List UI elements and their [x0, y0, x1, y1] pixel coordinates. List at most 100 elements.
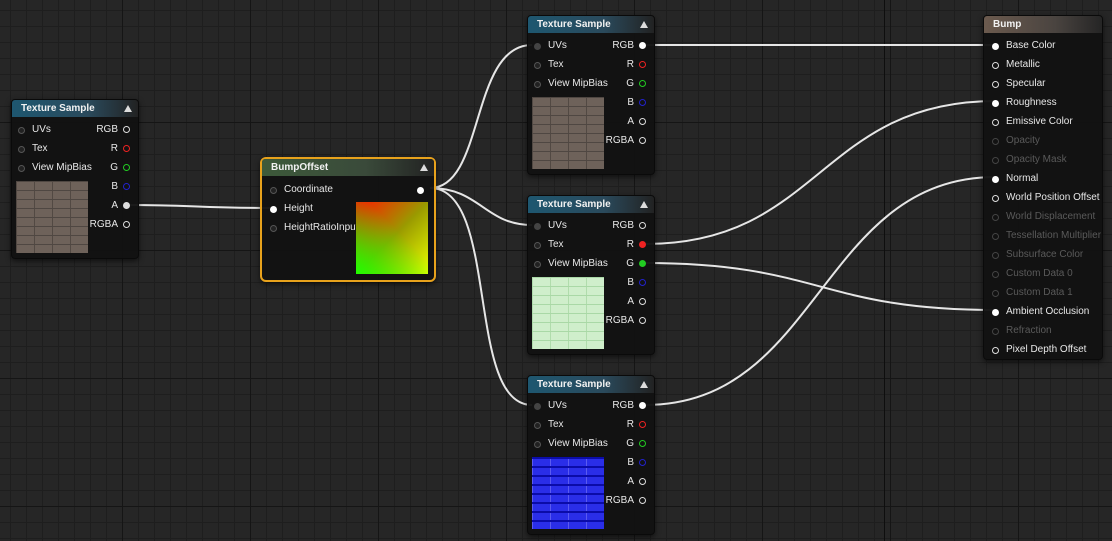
input-height[interactable]: Height [270, 202, 313, 216]
pin-icon[interactable] [270, 187, 277, 194]
pin-icon[interactable] [123, 221, 130, 228]
pin-icon[interactable] [123, 164, 130, 171]
pin-icon[interactable] [992, 347, 999, 354]
pin-icon[interactable] [992, 62, 999, 69]
pin-icon[interactable] [534, 62, 541, 69]
output-rgba[interactable]: RGBA [606, 494, 646, 508]
input-uvs[interactable]: UVs [534, 399, 567, 413]
pin-icon[interactable] [123, 183, 130, 190]
bump-offset-node[interactable]: BumpOffset Coordinate Height HeightRatio… [260, 157, 436, 282]
input-ambient-occlusion[interactable]: Ambient Occlusion [992, 305, 1089, 319]
pin-icon[interactable] [534, 422, 541, 429]
output-a[interactable]: A [627, 295, 646, 309]
output-b[interactable]: B [111, 180, 130, 194]
output-rgba[interactable]: RGBA [606, 134, 646, 148]
pin-icon[interactable] [123, 145, 130, 152]
pin-icon[interactable] [992, 176, 999, 183]
output-a[interactable]: A [111, 199, 130, 213]
output-r[interactable]: R [627, 58, 646, 72]
texture-sample-node-top[interactable]: Texture Sample UVs Tex View MipBias RGB … [527, 15, 655, 175]
pin-icon[interactable] [639, 42, 646, 49]
pin-icon[interactable] [18, 146, 25, 153]
input-world-position-offset[interactable]: World Position Offset [992, 191, 1100, 205]
output-r[interactable]: R [627, 238, 646, 252]
pin-icon[interactable] [270, 225, 277, 232]
pin-icon[interactable] [534, 441, 541, 448]
pin-icon[interactable] [639, 222, 646, 229]
collapse-arrow-icon[interactable] [640, 21, 648, 28]
pin-icon[interactable] [534, 43, 541, 50]
pin-icon[interactable] [992, 157, 999, 164]
input-base-color[interactable]: Base Color [992, 39, 1055, 53]
output-rgb[interactable]: RGB [612, 39, 646, 53]
input-pixel-depth-offset[interactable]: Pixel Depth Offset [992, 343, 1086, 357]
input-view-mipbias[interactable]: View MipBias [534, 257, 608, 271]
input-custom-data-1[interactable]: Custom Data 1 [992, 286, 1073, 300]
pin-icon[interactable] [639, 440, 646, 447]
input-subsurface-color[interactable]: Subsurface Color [992, 248, 1083, 262]
input-tessellation-multiplier[interactable]: Tessellation Multiplier [992, 229, 1101, 243]
pin-icon[interactable] [992, 43, 999, 50]
input-tex[interactable]: Tex [534, 418, 564, 432]
collapse-arrow-icon[interactable] [124, 105, 132, 112]
output-b[interactable]: B [627, 456, 646, 470]
input-emissive-color[interactable]: Emissive Color [992, 115, 1073, 129]
output-r[interactable]: R [111, 142, 130, 156]
pin-icon[interactable] [992, 309, 999, 316]
pin-icon[interactable] [992, 252, 999, 259]
input-coordinate[interactable]: Coordinate [270, 183, 333, 197]
pin-icon[interactable] [534, 223, 541, 230]
material-result-node[interactable]: Bump Base Color Metallic Specular Roughn… [983, 15, 1103, 360]
pin-icon[interactable] [992, 214, 999, 221]
input-tex[interactable]: Tex [534, 58, 564, 72]
output-pin[interactable] [417, 187, 424, 194]
output-rgba[interactable]: RGBA [90, 218, 130, 232]
input-normal[interactable]: Normal [992, 172, 1038, 186]
input-view-mipbias[interactable]: View MipBias [534, 77, 608, 91]
texture-sample-node-bottom[interactable]: Texture Sample UVs Tex View MipBias RGB … [527, 375, 655, 535]
pin-icon[interactable] [18, 127, 25, 134]
pin-icon[interactable] [123, 126, 130, 133]
pin-icon[interactable] [639, 478, 646, 485]
pin-icon[interactable] [639, 317, 646, 324]
input-tex[interactable]: Tex [534, 238, 564, 252]
input-view-mipbias[interactable]: View MipBias [534, 437, 608, 451]
pin-icon[interactable] [992, 100, 999, 107]
node-header[interactable]: Texture Sample [12, 100, 138, 117]
pin-icon[interactable] [270, 206, 277, 213]
pin-icon[interactable] [639, 80, 646, 87]
output-rgb[interactable]: RGB [612, 219, 646, 233]
output-a[interactable]: A [627, 115, 646, 129]
output-g[interactable]: G [626, 257, 646, 271]
pin-icon[interactable] [123, 202, 130, 209]
output-a[interactable]: A [627, 475, 646, 489]
texture-sample-node-left[interactable]: Texture Sample UVs Tex View MipBias RGB … [11, 99, 139, 259]
output-g[interactable]: G [626, 437, 646, 451]
node-header[interactable]: Texture Sample [528, 16, 654, 33]
pin-icon[interactable] [992, 271, 999, 278]
node-header[interactable]: Bump [984, 16, 1102, 33]
node-header[interactable]: BumpOffset [262, 159, 434, 176]
input-metallic[interactable]: Metallic [992, 58, 1040, 72]
pin-icon[interactable] [639, 260, 646, 267]
output-b[interactable]: B [627, 276, 646, 290]
node-header[interactable]: Texture Sample [528, 196, 654, 213]
input-roughness[interactable]: Roughness [992, 96, 1057, 110]
output-rgb[interactable]: RGB [612, 399, 646, 413]
input-custom-data-0[interactable]: Custom Data 0 [992, 267, 1073, 281]
pin-icon[interactable] [639, 241, 646, 248]
output-b[interactable]: B [627, 96, 646, 110]
pin-icon[interactable] [639, 497, 646, 504]
input-opacity-mask[interactable]: Opacity Mask [992, 153, 1067, 167]
pin-icon[interactable] [639, 61, 646, 68]
pin-icon[interactable] [534, 403, 541, 410]
pin-icon[interactable] [992, 290, 999, 297]
collapse-arrow-icon[interactable] [640, 201, 648, 208]
input-world-displacement[interactable]: World Displacement [992, 210, 1095, 224]
node-header[interactable]: Texture Sample [528, 376, 654, 393]
pin-icon[interactable] [639, 421, 646, 428]
pin-icon[interactable] [992, 195, 999, 202]
pin-icon[interactable] [639, 118, 646, 125]
pin-icon[interactable] [992, 233, 999, 240]
pin-icon[interactable] [639, 298, 646, 305]
